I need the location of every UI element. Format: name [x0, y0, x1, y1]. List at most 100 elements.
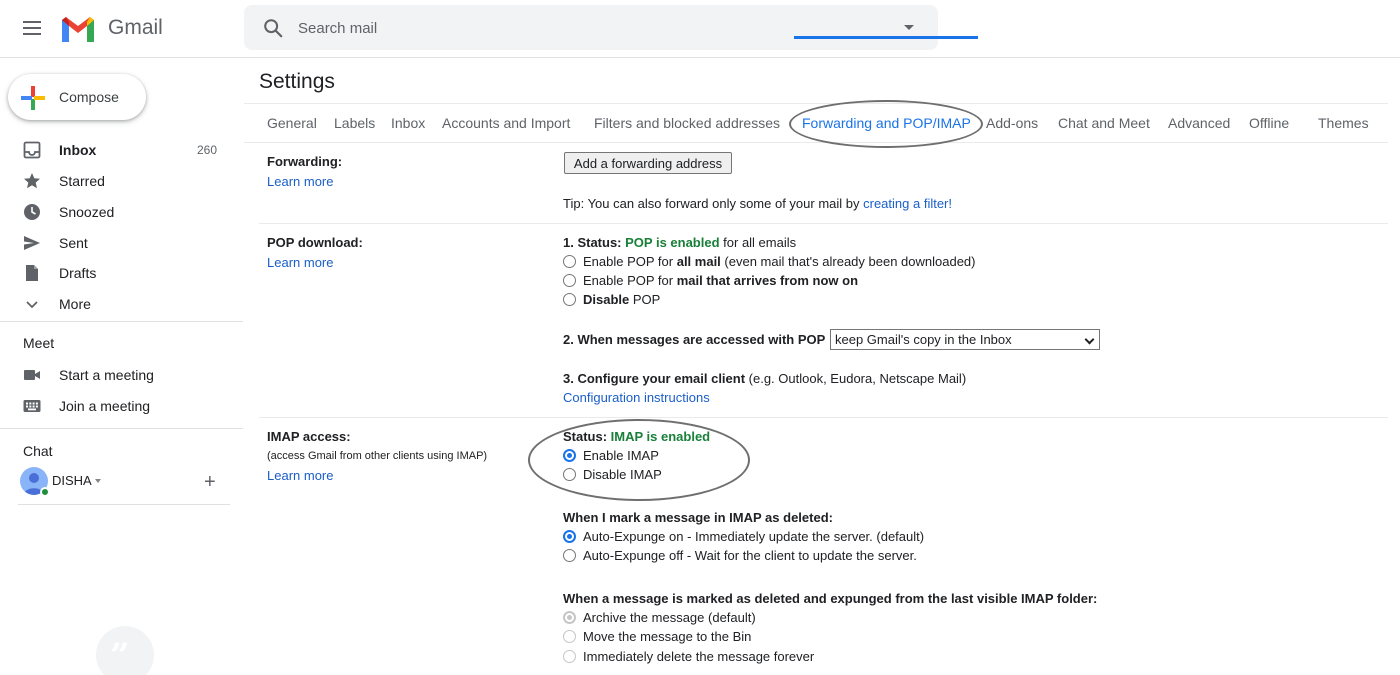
sidebar-item-label: Snoozed — [59, 204, 115, 220]
pop-access-label: 2. When messages are accessed with POP — [563, 332, 826, 347]
forwarding-learn-more-link[interactable]: Learn more — [267, 174, 333, 189]
pop-learn-more-link[interactable]: Learn more — [267, 255, 333, 270]
search-options-chevron-down-icon[interactable] — [904, 25, 914, 30]
compose-label: Compose — [59, 89, 119, 105]
start-meeting-label: Start a meeting — [59, 367, 154, 383]
sidebar-item-sent[interactable]: Sent — [0, 229, 232, 257]
radio-button[interactable] — [563, 468, 576, 481]
tab-forwarding-pop-imap[interactable]: Forwarding and POP/IMAP — [802, 115, 971, 131]
imap-status: Status: IMAP is enabled — [563, 429, 710, 444]
chevron-down-icon — [26, 301, 38, 309]
imap-access-subtitle: (access Gmail from other clients using I… — [267, 450, 488, 462]
radio-label: Disable IMAP — [583, 467, 662, 482]
sidebar: Compose Inbox 260 Starred Snoozed Sent D… — [0, 58, 244, 675]
new-chat-plus-icon[interactable]: + — [204, 471, 216, 494]
tab-themes[interactable]: Themes — [1318, 115, 1369, 131]
pop-status-prefix: 1. Status: — [563, 235, 626, 250]
sidebar-item-label: Inbox — [59, 142, 97, 158]
settings-tabs: General Labels Inbox Accounts and Import… — [244, 103, 1388, 143]
sidebar-item-more[interactable]: More — [0, 290, 232, 318]
star-icon — [24, 173, 40, 189]
inbox-count: 260 — [196, 143, 217, 157]
add-forwarding-address-button[interactable]: Add a forwarding address — [564, 152, 732, 174]
radio-label: Enable IMAP — [583, 448, 659, 463]
inbox-icon — [23, 141, 41, 159]
tab-labels[interactable]: Labels — [334, 115, 375, 131]
imap-status-prefix: Status: — [563, 429, 611, 444]
page-title: Settings — [259, 70, 335, 93]
search-input[interactable] — [298, 15, 858, 41]
radio-button[interactable] — [563, 255, 576, 268]
imap-access-label: IMAP access: — [267, 429, 351, 444]
keyboard-icon — [23, 400, 41, 412]
active-tab-indicator — [794, 36, 978, 39]
radio-button[interactable] — [563, 611, 576, 624]
radio-label: Enable POP for all mail (even mail that'… — [583, 254, 976, 269]
radio-button[interactable] — [563, 449, 576, 462]
sidebar-item-label: Starred — [59, 173, 105, 189]
configuration-instructions-link[interactable]: Configuration instructions — [563, 390, 710, 405]
tab-add-ons[interactable]: Add-ons — [986, 115, 1038, 131]
top-bar: Gmail — [0, 0, 1400, 58]
imap-status-value: IMAP is enabled — [610, 429, 711, 444]
pop-status: 1. Status: POP is enabled for all emails — [563, 235, 796, 250]
online-status-dot — [40, 487, 50, 497]
chat-section-title: Chat — [23, 443, 53, 459]
radio-label: Enable POP for mail that arrives from no… — [583, 273, 858, 288]
search-icon[interactable] — [262, 17, 284, 39]
gmail-logo-text: Gmail — [108, 16, 163, 39]
imap-learn-more-link[interactable]: Learn more — [267, 468, 333, 483]
pop-download-label: POP download: — [267, 235, 363, 250]
radio-button[interactable] — [563, 630, 576, 643]
tab-accounts-and-import[interactable]: Accounts and Import — [442, 115, 570, 131]
radio-label-part: Enable POP for — [583, 273, 677, 288]
hangouts-button[interactable]: ” — [96, 626, 154, 675]
meet-section-title: Meet — [23, 335, 55, 351]
main-menu-icon[interactable] — [20, 17, 46, 41]
sidebar-item-label: Sent — [59, 235, 88, 251]
join-meeting-item[interactable]: Join a meeting — [0, 392, 232, 420]
radio-label: Auto-Expunge off - Wait for the client t… — [583, 548, 917, 563]
section-divider — [259, 417, 1388, 418]
sidebar-divider — [18, 504, 230, 505]
radio-label: Move the message to the Bin — [583, 629, 752, 644]
tab-inbox[interactable]: Inbox — [391, 115, 425, 131]
forwarding-label: Forwarding: — [267, 154, 343, 169]
pop-access-select[interactable]: keep Gmail's copy in the Inbox — [830, 329, 1100, 350]
start-meeting-item[interactable]: Start a meeting — [0, 361, 232, 389]
radio-label-bold: mail that arrives from now on — [676, 273, 859, 288]
chat-user-name[interactable]: DISHA — [52, 473, 92, 488]
tab-advanced[interactable]: Advanced — [1168, 115, 1230, 131]
sidebar-item-label: More — [59, 296, 91, 312]
tab-offline[interactable]: Offline — [1249, 115, 1289, 131]
sidebar-item-snoozed[interactable]: Snoozed — [0, 198, 232, 226]
chat-status-chevron-down-icon[interactable] — [95, 479, 101, 483]
tab-filters-and-blocked-addresses[interactable]: Filters and blocked addresses — [594, 115, 780, 131]
sidebar-divider — [0, 428, 243, 429]
sidebar-item-drafts[interactable]: Drafts — [0, 259, 232, 287]
sidebar-item-label: Drafts — [59, 265, 97, 281]
draft-document-icon — [26, 265, 38, 281]
compose-button[interactable]: Compose — [8, 74, 146, 120]
radio-label-bold: Disable — [583, 292, 630, 307]
radio-label-bold: all mail — [676, 254, 721, 269]
tab-chat-and-meet[interactable]: Chat and Meet — [1058, 115, 1150, 131]
quote-icon: ” — [110, 636, 130, 675]
join-meeting-label: Join a meeting — [59, 398, 151, 414]
send-icon — [24, 236, 40, 250]
tab-general[interactable]: General — [267, 115, 317, 131]
radio-button[interactable] — [563, 293, 576, 306]
creating-filter-link[interactable]: creating a filter! — [863, 196, 952, 211]
sidebar-divider — [0, 321, 243, 322]
sidebar-item-inbox[interactable]: Inbox 260 — [0, 136, 232, 164]
sidebar-item-starred[interactable]: Starred — [0, 167, 232, 195]
configure-client-hint: (e.g. Outlook, Eudora, Netscape Mail) — [745, 371, 967, 386]
configure-client-text: 3. Configure your email client (e.g. Out… — [563, 371, 966, 386]
radio-button[interactable] — [563, 274, 576, 287]
radio-button[interactable] — [563, 530, 576, 543]
radio-button[interactable] — [563, 549, 576, 562]
pop-access-select-value: keep Gmail's copy in the Inbox — [835, 332, 1012, 347]
radio-label: Auto-Expunge on - Immediately update the… — [583, 529, 925, 544]
select-chevron-down-icon — [1084, 334, 1095, 345]
radio-button[interactable] — [563, 650, 576, 663]
